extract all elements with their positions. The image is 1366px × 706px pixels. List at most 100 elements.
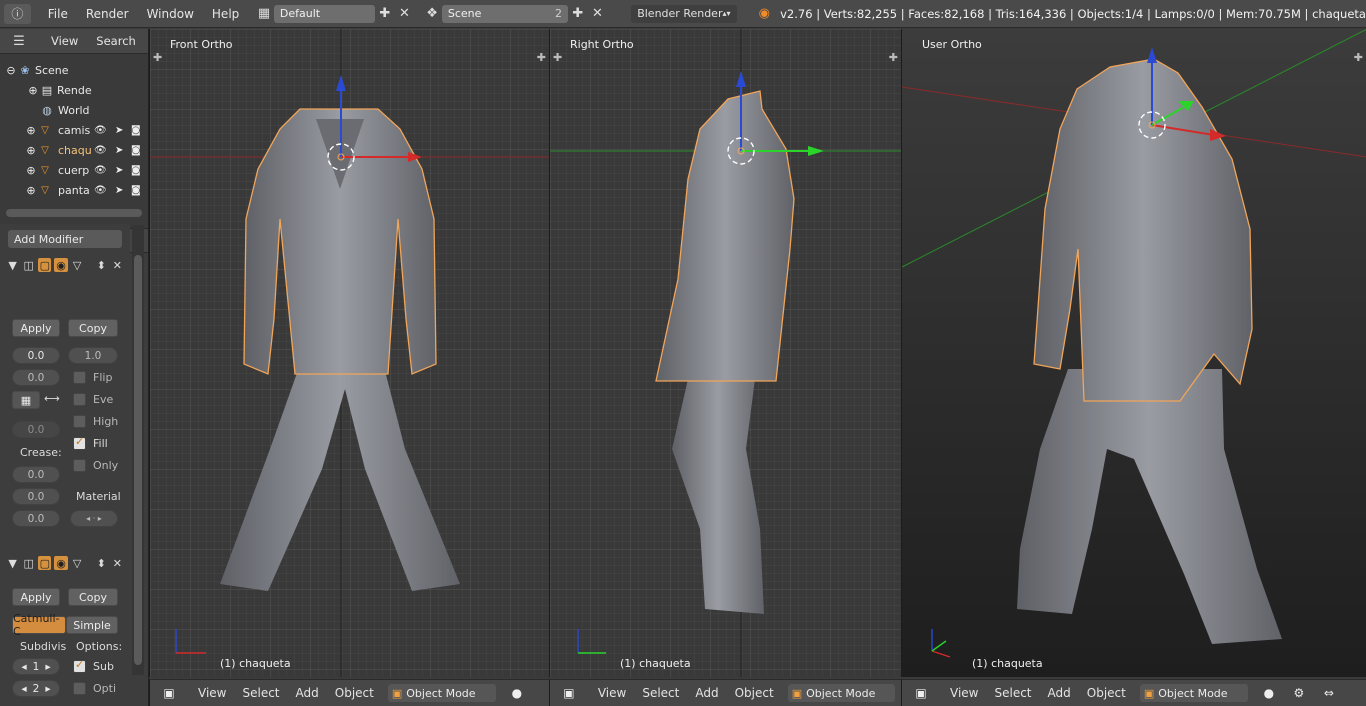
outliner-menu-search[interactable]: Search [87, 34, 145, 48]
collapse-triangle-icon[interactable]: ▼ [6, 258, 19, 272]
crease-value-2[interactable]: 0.0 [12, 488, 60, 505]
crease-value-3[interactable]: 0.0 [12, 510, 60, 527]
subsurf-copy-button[interactable]: Copy [68, 588, 118, 606]
expand-icon[interactable]: ⊕ [26, 83, 40, 97]
view-level-field[interactable]: ◂ 1 ▸ [12, 658, 60, 675]
mirror-value-c[interactable]: 0.0 [12, 369, 60, 386]
interaction-mode-dropdown[interactable]: ▣ Object Mode [387, 684, 496, 702]
viewport-shading-icon[interactable]: ● [1254, 684, 1284, 702]
only-checkbox[interactable] [73, 459, 86, 472]
crease-value-1[interactable]: 0.0 [12, 466, 60, 483]
select-arrow-icon[interactable]: ➤ [115, 185, 123, 196]
editmode-toggle-icon[interactable]: ▽ [71, 556, 84, 570]
editmode-toggle-icon[interactable]: ▽ [71, 258, 84, 272]
menu-object[interactable]: Object [1079, 686, 1134, 700]
menu-window[interactable]: Window [138, 7, 203, 21]
render-level-field[interactable]: ◂ 2 ▸ [12, 680, 60, 697]
outliner-row-world[interactable]: ◍ World [40, 100, 89, 120]
expand-properties-icon[interactable]: ✚ [1354, 51, 1363, 64]
menu-object[interactable]: Object [327, 686, 382, 700]
expand-toolshelf-icon[interactable]: ✚ [153, 51, 162, 64]
properties-scrollbar[interactable] [132, 225, 144, 675]
add-layout-icon[interactable]: ✚ [375, 4, 395, 24]
3d-view-editor-icon[interactable]: ▣ [558, 684, 580, 702]
interaction-mode-dropdown[interactable]: ▣ Object Mode [787, 684, 895, 702]
outliner-editor-icon[interactable]: ☰ [8, 31, 30, 51]
outliner-row-scene[interactable]: ⊖ ❀ Scene [4, 60, 68, 80]
fill-checkbox[interactable] [73, 435, 86, 450]
screen-layout-icon[interactable]: ▦ [254, 4, 274, 24]
3d-view-editor-icon[interactable]: ▣ [910, 684, 932, 702]
render-camera-icon[interactable]: ◙ [131, 185, 141, 196]
select-arrow-icon[interactable]: ➤ [115, 145, 123, 156]
menu-render[interactable]: Render [77, 7, 138, 21]
visibility-eye-icon[interactable]: 👁 [94, 145, 107, 156]
render-toggle-icon[interactable]: ◉ [54, 258, 68, 272]
menu-add[interactable]: Add [288, 686, 327, 700]
add-scene-icon[interactable]: ✚ [568, 4, 588, 24]
swap-arrows-icon[interactable]: ⟷ [44, 392, 60, 405]
realtime-toggle-icon[interactable]: ▢ [38, 258, 52, 272]
menu-view[interactable]: View [942, 686, 986, 700]
menu-help[interactable]: Help [203, 7, 248, 21]
select-arrow-icon[interactable]: ➤ [115, 165, 123, 176]
viewport-right[interactable]: Right Ortho ✚ ✚ (1) chaqueta [549, 29, 901, 677]
simple-button[interactable]: Simple [66, 616, 118, 634]
menu-select[interactable]: Select [234, 686, 287, 700]
render-camera-icon[interactable]: ◙ [131, 125, 141, 136]
menu-add[interactable]: Add [687, 686, 726, 700]
mirror-value-b[interactable]: 1.0 [68, 347, 118, 364]
jacket-mesh-selected[interactable] [1033, 58, 1253, 402]
expand-toolshelf-icon[interactable]: ✚ [553, 51, 562, 64]
vertex-group-picker[interactable]: ▦ [12, 391, 40, 409]
select-arrow-icon[interactable]: ➤ [115, 125, 123, 136]
interaction-mode-dropdown[interactable]: ▣ Object Mode [1139, 684, 1248, 702]
outliner-menu-view[interactable]: View [42, 34, 87, 48]
expand-icon[interactable]: ⊕ [24, 123, 38, 137]
pants-mesh[interactable] [1017, 369, 1282, 644]
expand-properties-icon[interactable]: ✚ [889, 51, 898, 64]
menu-file[interactable]: File [39, 7, 77, 21]
collapse-icon[interactable]: ⊖ [4, 63, 18, 77]
screen-layout-field[interactable]: Default [273, 4, 376, 23]
catmull-clark-button[interactable]: Catmull-C [12, 612, 66, 638]
menu-select[interactable]: Select [634, 686, 687, 700]
visibility-eye-icon[interactable]: 👁 [94, 165, 107, 176]
expand-icon[interactable]: ⊕ [24, 183, 38, 197]
manipulator-toggle-icon[interactable]: ⇔ [1314, 684, 1344, 702]
render-camera-icon[interactable]: ◙ [131, 145, 141, 156]
optimal-display-checkbox[interactable] [73, 682, 86, 695]
move-up-down-icon[interactable]: ⬍ [95, 556, 108, 570]
menu-add[interactable]: Add [1040, 686, 1079, 700]
render-toggle-icon[interactable]: ◉ [54, 556, 68, 570]
menu-view[interactable]: View [190, 686, 234, 700]
mirror-copy-button[interactable]: Copy [68, 319, 118, 337]
outliner-row-render[interactable]: ⊕ ▤ Rende [26, 80, 91, 100]
mirror-value-a[interactable]: 0.0 [12, 347, 60, 364]
visibility-eye-icon[interactable]: 👁 [94, 125, 107, 136]
expand-icon[interactable]: ⊕ [24, 163, 38, 177]
move-up-down-icon[interactable]: ⬍ [95, 258, 108, 272]
collapse-triangle-icon[interactable]: ▼ [6, 556, 19, 570]
scrollbar-thumb[interactable] [134, 255, 142, 665]
scene-icon[interactable]: ❖ [422, 4, 442, 24]
realtime-toggle-icon[interactable]: ▢ [38, 556, 52, 570]
mirror-value-d[interactable]: 0.0 [12, 421, 60, 438]
subsurf-apply-button[interactable]: Apply [12, 588, 60, 606]
mirror-apply-button[interactable]: Apply [12, 319, 60, 337]
high-checkbox[interactable] [73, 415, 86, 428]
visibility-eye-icon[interactable]: 👁 [94, 185, 107, 196]
flip-checkbox[interactable] [73, 371, 86, 384]
remove-layout-icon[interactable]: ✕ [395, 4, 415, 24]
remove-scene-icon[interactable]: ✕ [588, 4, 608, 24]
info-editor-icon[interactable]: ⓘ [4, 3, 31, 24]
expand-icon[interactable]: ⊕ [24, 143, 38, 157]
scene-field[interactable]: Scene 2 [441, 4, 568, 23]
add-modifier-dropdown[interactable]: Add Modifier [8, 230, 122, 248]
3d-view-editor-icon[interactable]: ▣ [158, 684, 180, 702]
remove-modifier-icon[interactable]: ✕ [111, 556, 124, 570]
render-engine-dropdown[interactable]: Blender Render ▴▾ [631, 4, 737, 23]
viewport-user[interactable]: User Ortho ✚ (1) chaqueta [901, 29, 1366, 677]
material-offset-field[interactable]: ◂ · ▸ [70, 510, 118, 527]
pivot-point-icon[interactable]: ⚙ [1284, 684, 1314, 702]
